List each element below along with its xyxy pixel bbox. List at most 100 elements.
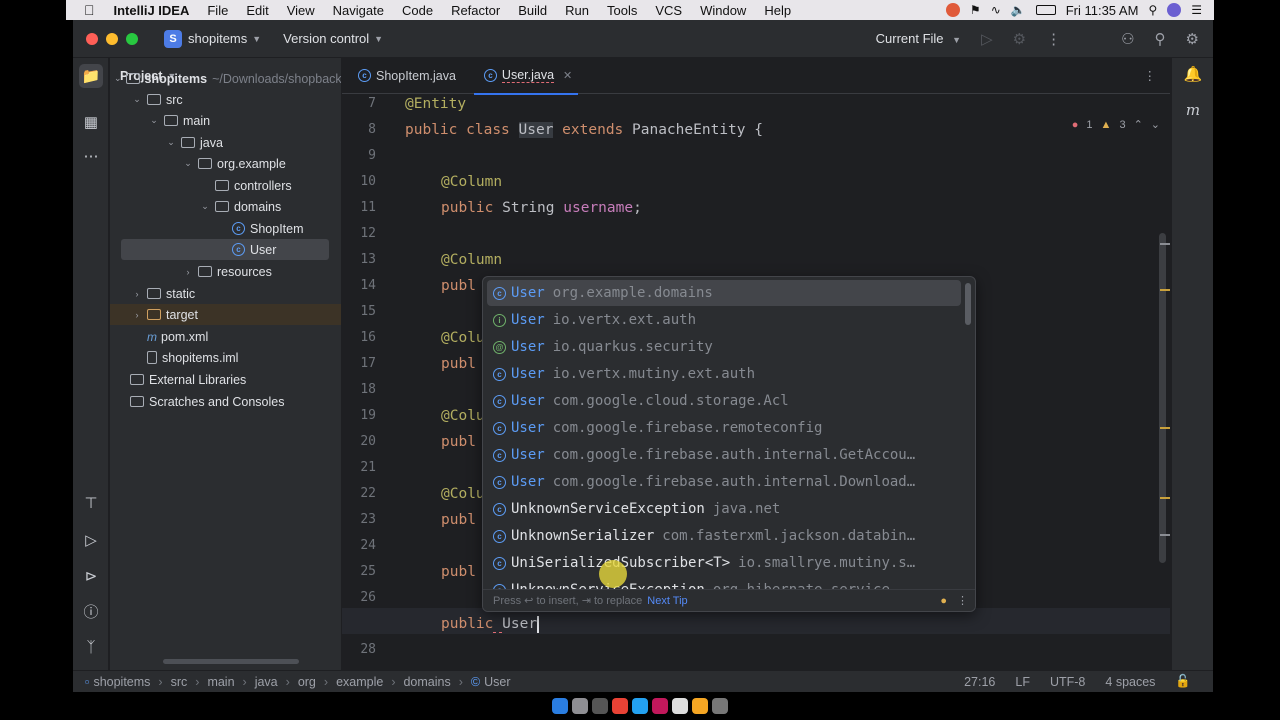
line-number[interactable]: 23 [336, 512, 376, 527]
more-tools-icon[interactable]: ⋯ [79, 144, 103, 168]
chevron-down-icon[interactable]: ⌄ [165, 137, 177, 148]
menu-vcs[interactable]: VCS [646, 3, 691, 18]
add-user-icon[interactable]: ⚇ [1121, 30, 1134, 48]
warning-marker[interactable] [1160, 497, 1170, 499]
caret-position[interactable]: 27:16 [964, 675, 995, 689]
line-number[interactable]: 25 [336, 564, 376, 579]
chevron-down-icon[interactable]: ⌄ [114, 73, 122, 84]
tree-item-java[interactable]: ⌄ java [110, 132, 341, 153]
project-selector[interactable]: shopitems [188, 31, 247, 46]
tree-item-shopitem[interactable]: c ShopItem [110, 218, 341, 239]
menu-run[interactable]: Run [556, 3, 598, 18]
search-everywhere-icon[interactable]: ⚲ [1155, 30, 1166, 48]
chrome-icon[interactable] [612, 698, 628, 714]
breadcrumb-item[interactable]: User [484, 675, 510, 689]
completion-item[interactable]: c User com.google.firebase.auth.internal.D… [487, 469, 961, 495]
notifications-icon[interactable]: 🔔 [1181, 62, 1205, 86]
tab-user-java[interactable]: c User.java ✕ [468, 58, 584, 95]
line-number[interactable]: 13 [336, 252, 376, 267]
app-icon[interactable] [672, 698, 688, 714]
chevron-down-icon[interactable]: ⌄ [131, 94, 143, 105]
line-number[interactable]: 10 [336, 174, 376, 189]
line-number[interactable]: 12 [336, 226, 376, 241]
tabs-more-icon[interactable]: ⋮ [1144, 68, 1157, 83]
build-tool-icon[interactable]: ⊤ [79, 491, 103, 515]
apple-icon[interactable]:  [66, 2, 105, 18]
tree-item-static[interactable]: › static [110, 283, 341, 304]
line-number[interactable]: 18 [336, 382, 376, 397]
minimize-window-button[interactable] [106, 32, 118, 45]
tree-item-shopitems-iml[interactable]: shopitems.iml [110, 347, 341, 368]
completion-item[interactable]: c UnknownSerializer com.fasterxml.jackson.… [487, 523, 961, 549]
menu-window[interactable]: Window [691, 3, 755, 18]
more-options-icon[interactable]: ⋮ [957, 594, 968, 607]
menu-app-name[interactable]: IntelliJ IDEA [105, 3, 199, 18]
line-number[interactable]: 9 [336, 148, 376, 163]
project-panel-scrollbar[interactable] [163, 659, 299, 664]
tree-item-pom-xml[interactable]: m pom.xml [110, 326, 341, 347]
chevron-down-icon[interactable]: ⌄ [148, 115, 160, 126]
tree-item-scratches-and-consoles[interactable]: Scratches and Consoles [110, 391, 341, 412]
breadcrumb-item[interactable]: org [298, 675, 316, 689]
tree-item-controllers[interactable]: controllers [110, 175, 341, 196]
chevron-down-icon[interactable]: ⌄ [199, 201, 211, 212]
breadcrumb-item[interactable]: java [255, 675, 278, 689]
search-icon[interactable]: ⚲ [1148, 3, 1157, 17]
completion-item[interactable]: c User com.google.firebase.remoteconfig [487, 415, 961, 441]
launchpad-icon[interactable] [572, 698, 588, 714]
tree-item-src[interactable]: ⌄ src [110, 89, 341, 110]
editor-scrollbar[interactable] [1159, 233, 1166, 563]
line-number[interactable]: 15 [336, 304, 376, 319]
tree-item-main[interactable]: ⌄ main [110, 110, 341, 131]
line-number[interactable]: 21 [336, 460, 376, 475]
breadcrumb-item[interactable]: example [336, 675, 383, 689]
maven-icon[interactable]: m [1181, 98, 1205, 122]
breadcrumb-item[interactable]: src [171, 675, 188, 689]
project-tool-icon[interactable]: 📁 [79, 64, 103, 88]
menu-file[interactable]: File [198, 3, 237, 18]
indent-setting[interactable]: 4 spaces [1105, 675, 1155, 689]
version-control-menu[interactable]: Version control [283, 31, 369, 46]
control-center-icon[interactable]: ☰ [1191, 3, 1202, 17]
breadcrumb-item[interactable]: shopitems [93, 675, 150, 689]
completion-item[interactable]: c UnknownServiceException java.net [487, 496, 961, 522]
line-number[interactable]: 28 [336, 642, 376, 657]
intellij-icon[interactable] [652, 698, 668, 714]
menu-help[interactable]: Help [755, 3, 800, 18]
chevron-right-icon[interactable]: › [131, 289, 143, 299]
line-number[interactable]: 11 [336, 200, 376, 215]
menu-tools[interactable]: Tools [598, 3, 646, 18]
completion-item[interactable]: c User io.vertx.mutiny.ext.auth [487, 361, 961, 387]
line-number[interactable]: 7 [336, 96, 376, 111]
completion-item[interactable]: c User com.google.firebase.auth.internal.G… [487, 442, 961, 468]
app-icon[interactable] [692, 698, 708, 714]
tree-item-shopitems[interactable]: ⌄ shopitems ~/Downloads/shopbacke [110, 68, 341, 89]
menu-code[interactable]: Code [393, 3, 442, 18]
run-config-selector[interactable]: Current File ▼ [876, 31, 961, 46]
git-tool-icon[interactable]: ᛉ [79, 635, 103, 659]
completion-item[interactable]: c User com.google.cloud.storage.Acl [487, 388, 961, 414]
clock[interactable]: Fri 11:35 AM [1066, 3, 1139, 18]
volume-icon[interactable]: 🔈 [1011, 3, 1026, 17]
line-number[interactable]: 17 [336, 356, 376, 371]
run-tool-icon[interactable]: ▷ [79, 528, 103, 552]
lightbulb-icon[interactable]: ● [940, 595, 947, 607]
tree-item-domains[interactable]: ⌄ domains [110, 196, 341, 217]
next-tip-link[interactable]: Next Tip [647, 595, 687, 607]
warning-marker[interactable] [1160, 427, 1170, 429]
close-tab-icon[interactable]: ✕ [563, 69, 572, 82]
chevron-right-icon[interactable]: › [182, 267, 194, 277]
debug-icon[interactable]: ⚙ [1013, 30, 1026, 48]
settings-app-icon[interactable] [592, 698, 608, 714]
menu-refactor[interactable]: Refactor [442, 3, 509, 18]
menu-edit[interactable]: Edit [237, 3, 277, 18]
flag-icon[interactable]: ⚑ [970, 3, 981, 17]
menu-build[interactable]: Build [509, 3, 556, 18]
line-number[interactable]: 16 [336, 330, 376, 345]
tab-shopitem-java[interactable]: c ShopItem.java [342, 58, 468, 94]
completion-item[interactable]: cUniSerializedSubscriber<T>io.smallrye.m… [487, 550, 961, 576]
structure-tool-icon[interactable]: ▦ [79, 110, 103, 134]
scroll-marker[interactable] [1160, 534, 1170, 536]
zoom-window-button[interactable] [126, 32, 138, 45]
siri-icon[interactable] [1167, 3, 1182, 17]
